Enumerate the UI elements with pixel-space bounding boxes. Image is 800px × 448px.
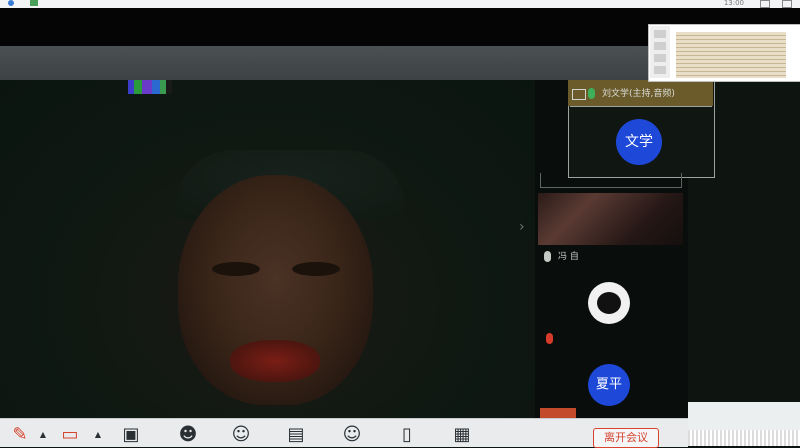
- divider: [570, 106, 712, 107]
- clock-text: 13:00: [723, 0, 744, 7]
- participants-icon[interactable]: ☻: [176, 424, 200, 446]
- participant-video[interactable]: [538, 193, 683, 245]
- floating-window-footer: [540, 173, 682, 188]
- microphone-muted-icon: [546, 333, 553, 344]
- apps-icon[interactable]: ▦: [450, 424, 474, 446]
- document-page: [676, 32, 786, 78]
- leave-meeting-button[interactable]: 离开会议: [593, 428, 659, 448]
- notes-icon[interactable]: ▯: [395, 424, 419, 446]
- top-gray-band: [0, 46, 648, 80]
- signal-icon: [30, 0, 38, 6]
- microphone-icon: [544, 251, 551, 262]
- mute-icon[interactable]: ✎: [8, 424, 32, 446]
- speaker-eye: [292, 262, 340, 276]
- stop-video-icon[interactable]: ▭: [58, 424, 82, 446]
- chevron-up-icon[interactable]: ▲: [38, 430, 48, 440]
- share-screen-icon[interactable]: ▣: [119, 424, 143, 446]
- chat-icon[interactable]: ▤: [284, 424, 308, 446]
- close-window-button[interactable]: [782, 0, 792, 8]
- reactions-icon[interactable]: ☺: [340, 424, 364, 446]
- right-bottom-area: [688, 402, 800, 430]
- video-artifact: [128, 80, 176, 94]
- speaker-eye: [212, 262, 260, 276]
- invite-icon[interactable]: ☺: [229, 424, 253, 446]
- app-logo-icon: [8, 0, 14, 6]
- avatar-image: [597, 292, 621, 314]
- chevron-right-icon[interactable]: ›: [519, 218, 533, 236]
- window-titlebar: 13:00: [0, 0, 800, 8]
- participant-avatar: 文学: [616, 119, 662, 165]
- speaker-mouth: [230, 340, 320, 382]
- restore-window-button[interactable]: [760, 0, 770, 8]
- participant-name: 刘文学(主持,音频): [602, 89, 675, 99]
- document-sidebar: [650, 26, 670, 78]
- corner-artifact: [688, 430, 800, 446]
- participant-label-strip: [540, 408, 576, 418]
- chevron-up-icon[interactable]: ▲: [93, 430, 103, 440]
- monitor-icon: [572, 89, 586, 100]
- participant-avatar[interactable]: 夏平: [588, 364, 630, 406]
- microphone-icon: [588, 88, 595, 99]
- participant-name: 冯 自: [558, 252, 579, 262]
